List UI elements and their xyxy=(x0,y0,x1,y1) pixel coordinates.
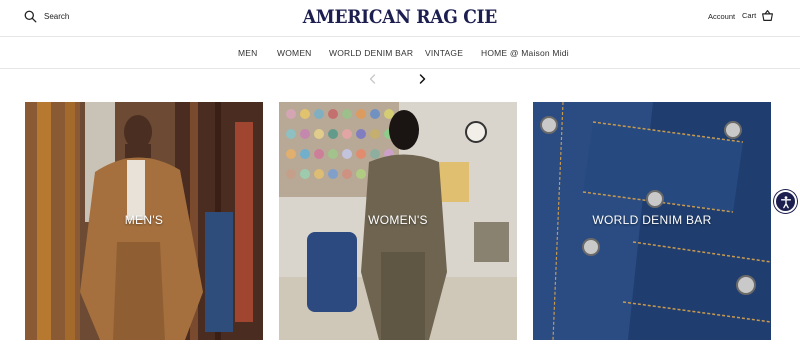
cart-basket-icon xyxy=(762,10,774,21)
nav-item-vintage[interactable]: VINTAGE xyxy=(425,48,463,58)
accessibility-button[interactable] xyxy=(774,190,797,213)
site-header: Search AMERICAN RAG CIE Account Cart xyxy=(0,0,800,37)
cart-link[interactable]: Cart xyxy=(742,9,774,22)
chevron-left-icon[interactable] xyxy=(367,73,379,85)
nav-item-women[interactable]: WOMEN xyxy=(277,48,312,58)
category-card-womens[interactable]: WOMEN'S xyxy=(279,102,517,340)
card-label-world-denim-bar: WORLD DENIM BAR xyxy=(592,213,712,227)
logo-text: AMERICAN RAG CIE xyxy=(302,6,498,28)
accessibility-icon xyxy=(780,195,791,208)
cart-label: Cart xyxy=(742,11,757,20)
category-card-world-denim-bar[interactable]: WORLD DENIM BAR xyxy=(533,102,771,340)
nav-item-world-denim-bar[interactable]: WORLD DENIM BAR xyxy=(329,48,413,58)
chevron-right-icon[interactable] xyxy=(416,73,428,85)
nav-item-home-maison-midi[interactable]: HOME @ Maison Midi xyxy=(481,48,569,58)
main-nav: MEN WOMEN WORLD DENIM BAR VINTAGE HOME @… xyxy=(0,38,800,69)
nav-item-men[interactable]: MEN xyxy=(238,48,258,58)
category-card-mens[interactable]: MEN'S xyxy=(25,102,263,340)
card-label-womens: WOMEN'S xyxy=(368,213,428,227)
account-link[interactable]: Account xyxy=(708,12,735,21)
site-logo[interactable]: AMERICAN RAG CIE xyxy=(0,6,800,28)
card-label-mens: MEN'S xyxy=(124,213,164,227)
